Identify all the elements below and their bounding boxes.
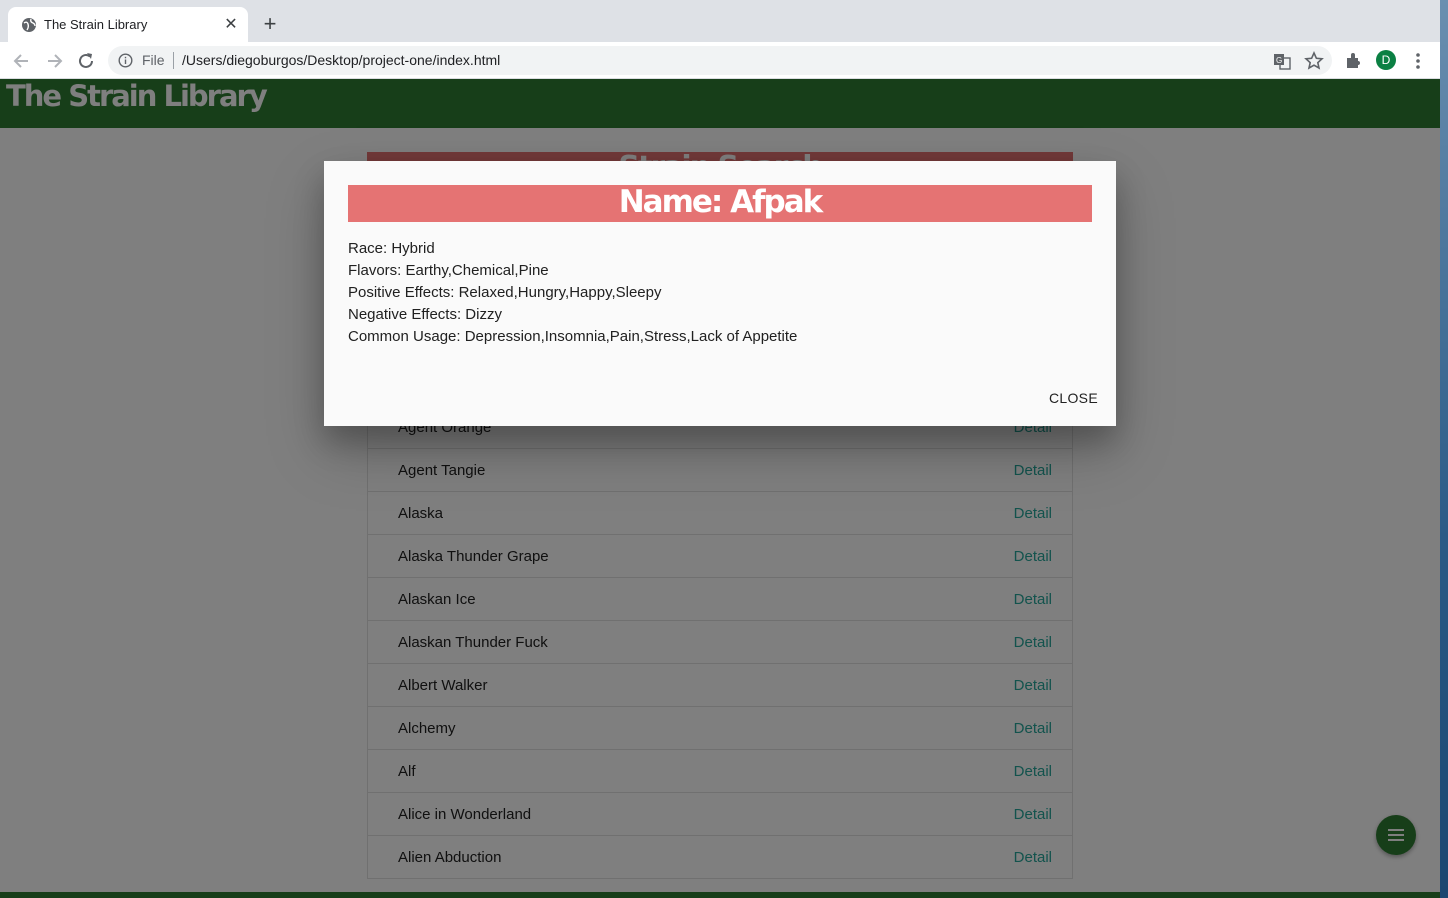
modal-title: Name: Afpak [618, 185, 824, 220]
omnibox-divider [173, 52, 174, 69]
modal-body: Race: Hybrid Flavors: Earthy,Chemical,Pi… [348, 238, 797, 348]
modal-header: Name: Afpak [348, 185, 1092, 222]
strain-race: Race: Hybrid [348, 240, 435, 257]
close-tab-icon[interactable]: ✕ [222, 16, 240, 34]
tab-title: The Strain Library [44, 17, 148, 32]
extensions-icon[interactable] [1343, 50, 1365, 72]
globe-icon [22, 18, 36, 32]
star-icon[interactable] [1303, 50, 1325, 72]
url-text[interactable]: /Users/diegoburgos/Desktop/project-one/i… [182, 52, 500, 68]
strain-common-usage: Common Usage: Depression,Insomnia,Pain,S… [348, 328, 798, 345]
info-icon[interactable] [118, 53, 133, 68]
reload-icon[interactable] [75, 50, 97, 72]
strain-flavors: Flavors: Earthy,Chemical,Pine [348, 262, 549, 279]
strain-negative-effects: Negative Effects: Dizzy [348, 306, 502, 323]
browser-tab[interactable]: The Strain Library ✕ [8, 7, 248, 42]
translate-icon[interactable]: G [1271, 50, 1293, 72]
strain-detail-modal: Name: Afpak Race: Hybrid Flavors: Earthy… [324, 161, 1116, 426]
browser-toolbar: File /Users/diegoburgos/Desktop/project-… [0, 42, 1448, 79]
forward-icon[interactable] [43, 50, 65, 72]
page-viewport: The Strain Library Strain Search Agent O… [0, 79, 1440, 898]
new-tab-button[interactable]: + [258, 12, 282, 36]
browser-tab-strip: The Strain Library ✕ + [0, 0, 1448, 42]
file-scheme-label: File [142, 52, 165, 68]
back-icon[interactable] [11, 50, 33, 72]
menu-dots-icon[interactable] [1407, 50, 1429, 72]
desktop-background-edge [1440, 0, 1448, 898]
address-bar[interactable]: File /Users/diegoburgos/Desktop/project-… [108, 46, 1332, 75]
svg-text:G: G [1276, 56, 1282, 65]
strain-positive-effects: Positive Effects: Relaxed,Hungry,Happy,S… [348, 284, 662, 301]
profile-avatar[interactable]: D [1376, 50, 1396, 70]
close-button[interactable]: CLOSE [1049, 390, 1098, 406]
